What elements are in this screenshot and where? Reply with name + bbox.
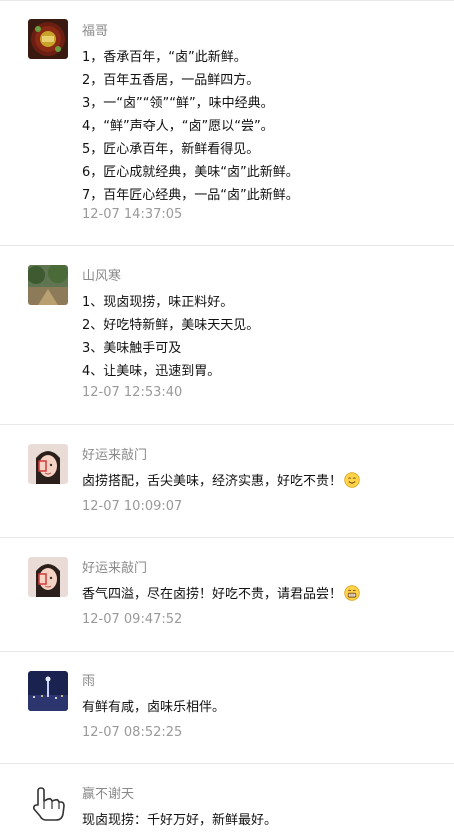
comment-divider (0, 537, 454, 538)
comment-line: 3、美味触手可及 (82, 341, 182, 356)
comment-divider (0, 245, 454, 246)
comment-text: 有鲜有咸，卤味乐相伴。 (82, 696, 432, 719)
smile-emoji-icon (344, 472, 360, 488)
avatar[interactable] (28, 265, 68, 305)
comment-line-text: 香气四溢，尽在卤捞！好吃不贵，请君品尝！ (82, 587, 343, 602)
top-divider (0, 0, 454, 1)
user-name[interactable]: 好运来敲门 (82, 447, 147, 465)
avatar[interactable] (28, 557, 68, 597)
comment-line: 6，匠心成就经典，美味“卤”此新鲜。 (82, 165, 299, 180)
avatar[interactable] (28, 444, 68, 484)
comment-line: 2、好吃特新鲜，美味天天见。 (82, 318, 260, 333)
avatar[interactable] (28, 19, 68, 59)
avatar[interactable] (28, 671, 68, 711)
comment-line: 4、让美味，迅速到胃。 (82, 364, 221, 379)
comment-line: 2，百年五香居，一品鲜四方。 (82, 73, 260, 88)
comment-time: 12-07 14:37:05 (82, 207, 183, 222)
comment-line: 卤捞搭配，舌尖美味，经济实惠，好吃不贵！ (82, 470, 432, 493)
comment-time: 12-07 08:52:25 (82, 725, 183, 740)
avatar[interactable] (28, 783, 68, 823)
user-name[interactable]: 好运来敲门 (82, 560, 147, 578)
comment-divider (0, 763, 454, 764)
comment-line: 香气四溢，尽在卤捞！好吃不贵，请君品尝！ (82, 583, 432, 606)
comment-text: 香气四溢，尽在卤捞！好吃不贵，请君品尝！ (82, 583, 432, 606)
user-name[interactable]: 山风寒 (82, 268, 121, 286)
comment-divider (0, 651, 454, 652)
comment-text: 1、现卤现捞，味正料好。 2、好吃特新鲜，美味天天见。 3、美味触手可及 4、让… (82, 291, 432, 383)
user-name[interactable]: 福哥 (82, 23, 108, 41)
comment-time: 12-07 12:53:40 (82, 385, 183, 400)
comment-line-text: 卤捞搭配，舌尖美味，经济实惠，好吃不贵！ (82, 474, 343, 489)
comment-time: 12-07 10:09:07 (82, 499, 183, 514)
comment-line: 现卤现捞：千好万好，新鲜最好。 (82, 813, 278, 828)
comment-line: 1，香承百年，“卤”此新鲜。 (82, 50, 247, 65)
comment-text: 卤捞搭配，舌尖美味，经济实惠，好吃不贵！ (82, 470, 432, 493)
grin-emoji-icon (344, 585, 360, 601)
comment-line: 5，匠心承百年，新鲜看得见。 (82, 142, 260, 157)
comment-line: 3，一“卤”“领”“鲜”，味中经典。 (82, 96, 274, 111)
comment-text: 现卤现捞：千好万好，新鲜最好。 (82, 809, 432, 832)
user-name[interactable]: 赢不谢天 (82, 786, 134, 804)
comment-text: 1，香承百年，“卤”此新鲜。 2，百年五香居，一品鲜四方。 3，一“卤”“领”“… (82, 46, 432, 207)
comment-time: 12-07 09:47:52 (82, 612, 183, 627)
comment-line: 4，“鲜”声夺人，“卤”愿以“尝”。 (82, 119, 274, 134)
user-name[interactable]: 雨 (82, 673, 95, 691)
comment-line: 7，百年匠心经典，一品“卤”此新鲜。 (82, 188, 299, 203)
comment-line: 有鲜有咸，卤味乐相伴。 (82, 700, 226, 715)
comment-line: 1、现卤现捞，味正料好。 (82, 295, 234, 310)
comment-divider (0, 424, 454, 425)
